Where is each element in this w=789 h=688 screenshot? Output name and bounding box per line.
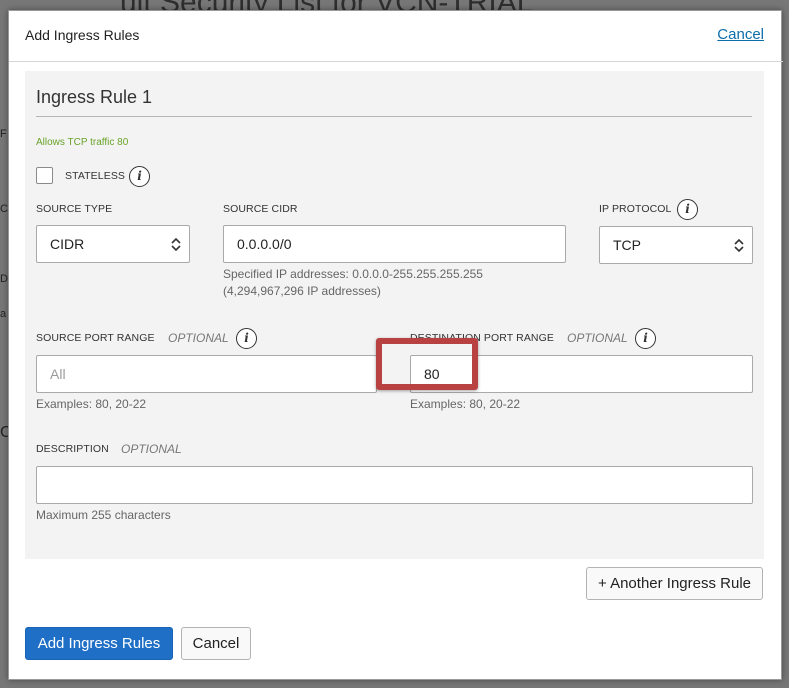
source-cidr-value: 0.0.0.0/0	[237, 236, 292, 252]
source-type-label: SOURCE TYPE	[36, 203, 113, 215]
source-cidr-help-count: (4,294,967,296 IP addresses)	[223, 284, 381, 298]
stateless-checkbox[interactable]	[36, 167, 53, 184]
source-port-range-input[interactable]: All	[36, 355, 377, 393]
destination-port-range-examples: Examples: 80, 20-22	[410, 397, 521, 411]
destination-port-range-optional: OPTIONAL	[567, 331, 628, 345]
add-ingress-rules-button[interactable]: Add Ingress Rules	[25, 627, 173, 660]
source-cidr-label: SOURCE CIDR	[223, 203, 298, 215]
background-edge-text: F	[0, 128, 7, 140]
ip-protocol-info-icon[interactable]: i	[677, 199, 698, 220]
destination-port-range-info-icon[interactable]: i	[635, 328, 656, 349]
stateless-label: STATELESS	[65, 170, 126, 182]
ingress-rule-panel: Ingress Rule 1 Allows TCP traffic 80 STA…	[25, 71, 764, 559]
rule-summary: Allows TCP traffic 80	[36, 137, 129, 148]
add-ingress-rules-dialog: Add Ingress Rules Cancel Ingress Rule 1 …	[8, 10, 783, 680]
description-optional: OPTIONAL	[121, 442, 182, 456]
chevron-up-down-icon	[734, 227, 744, 263]
heading-divider	[36, 116, 752, 117]
destination-port-range-input[interactable]: 80	[410, 355, 753, 393]
source-cidr-help: Specified IP addresses: 0.0.0.0-255.255.…	[223, 267, 483, 281]
source-port-range-examples: Examples: 80, 20-22	[36, 397, 147, 411]
source-port-range-label: SOURCE PORT RANGE	[36, 332, 155, 344]
source-port-range-info-icon[interactable]: i	[236, 328, 257, 349]
ip-protocol-select[interactable]: TCP	[599, 226, 753, 264]
destination-port-range-value: 80	[424, 366, 440, 382]
dialog-cancel-link[interactable]: Cancel	[717, 26, 764, 43]
background-edge-text: D	[0, 273, 8, 285]
header-divider	[9, 61, 783, 62]
rule-heading: Ingress Rule 1	[36, 87, 153, 107]
source-port-range-placeholder: All	[50, 366, 66, 382]
cancel-button[interactable]: Cancel	[181, 627, 251, 660]
source-type-select[interactable]: CIDR	[36, 225, 190, 263]
ip-protocol-label: IP PROTOCOL	[599, 203, 672, 215]
another-ingress-rule-button[interactable]: + Another Ingress Rule	[586, 567, 763, 600]
background-edge-text: a	[0, 308, 7, 320]
chevron-up-down-icon	[171, 226, 181, 262]
dialog-title: Add Ingress Rules	[25, 27, 140, 43]
description-hint: Maximum 255 characters	[36, 508, 171, 522]
source-port-range-optional: OPTIONAL	[168, 331, 229, 345]
source-type-value: CIDR	[50, 236, 85, 252]
description-label: DESCRIPTION	[36, 443, 109, 455]
background-edge-text: C	[0, 424, 8, 441]
source-cidr-input[interactable]: 0.0.0.0/0	[223, 225, 566, 263]
description-input[interactable]	[36, 466, 753, 504]
ip-protocol-value: TCP	[613, 237, 641, 253]
background-edge-text: C	[0, 203, 8, 215]
destination-port-range-label: DESTINATION PORT RANGE	[410, 332, 554, 344]
stateless-info-icon[interactable]: i	[129, 166, 150, 187]
